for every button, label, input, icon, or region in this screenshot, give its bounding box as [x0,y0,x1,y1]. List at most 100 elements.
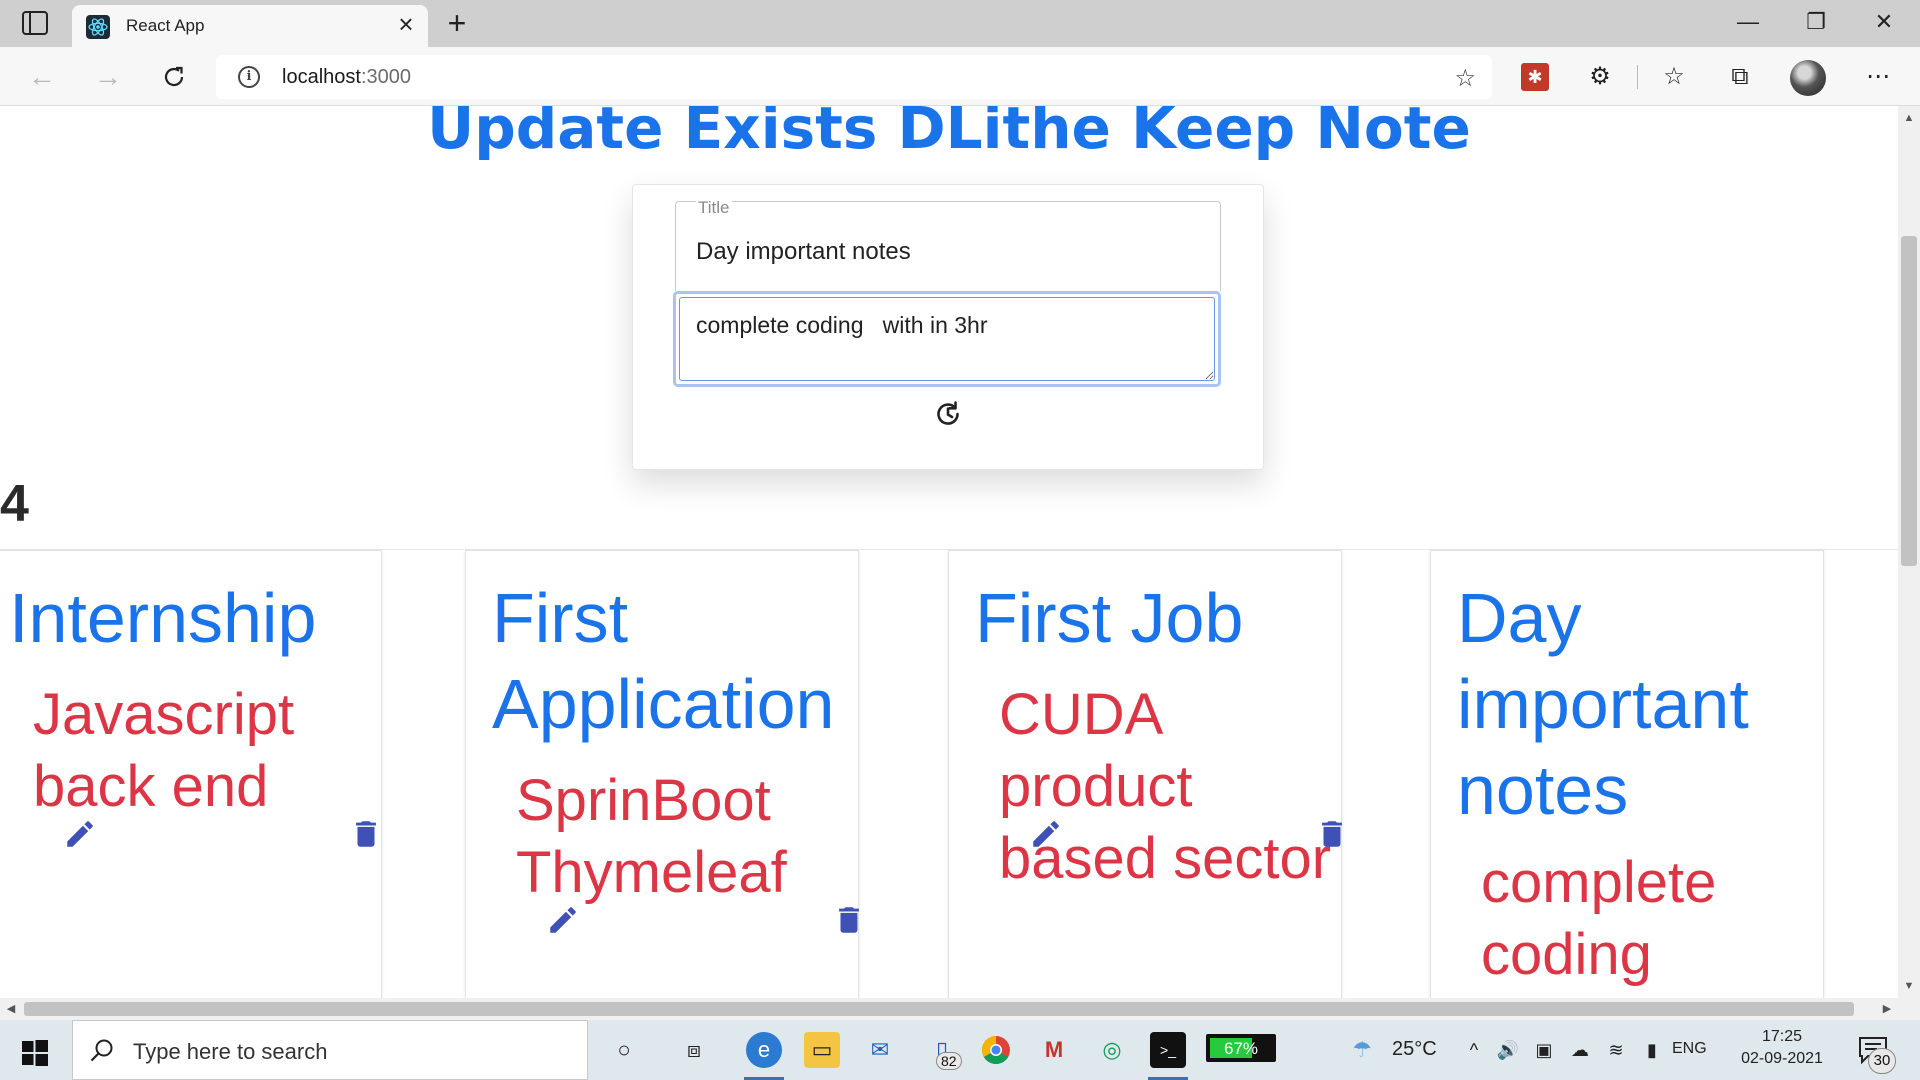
mail-icon[interactable]: ✉ [862,1032,898,1068]
cortana-icon[interactable]: ○ [606,1032,642,1068]
url-host: localhost [282,66,361,88]
page-title: Update Exists DLithe Keep Note [427,106,1471,162]
browser-toolbar: ← → i localhost:3000 ☆ ✱ ⚙ ☆ ⧉ ⋯ [0,47,1920,106]
title-field-label: Title [696,198,732,218]
chrome-profile-icon[interactable]: ◎ [1094,1032,1130,1068]
note-title: First Job [975,579,1244,657]
note-title: Internship [9,579,317,657]
input-language[interactable]: ENG [1672,1040,1707,1058]
note-title: First Application [492,579,835,743]
close-window-button[interactable]: ✕ [1854,0,1914,44]
task-view-icon[interactable]: ⧈ [676,1032,712,1068]
windows-logo-icon [22,1040,48,1066]
note-card: Day important notes complete coding [1430,550,1824,998]
url-text[interactable]: localhost:3000 [282,66,411,89]
update-icon [937,401,959,425]
edge-browser-icon[interactable]: e [746,1032,782,1068]
toolbar-divider [1637,65,1638,89]
show-hidden-icons-icon[interactable]: ^ [1462,1038,1486,1062]
note-count: 4 [0,475,29,533]
scroll-left-arrow-icon[interactable]: ◀ [0,998,22,1020]
delete-note-button[interactable] [349,817,383,851]
trash-icon [839,907,859,933]
collections-icon[interactable]: ⧉ [1722,59,1758,95]
search-icon [90,1039,113,1062]
edit-note-button[interactable] [546,903,580,937]
browser-tab-strip: React App × + — ❐ ✕ [0,0,1920,47]
react-logo-icon [86,15,110,39]
search-placeholder: Type here to search [133,1039,328,1064]
clock-time: 17:25 [1761,1028,1803,1045]
note-title: Day important notes [1457,579,1749,829]
tab-title: React App [126,16,205,35]
title-input[interactable] [696,238,1196,266]
onedrive-icon[interactable]: ☁ [1568,1038,1592,1062]
delete-note-button[interactable] [1315,817,1349,851]
notification-count-badge: 30 [1868,1048,1896,1074]
back-button[interactable]: ← [24,59,60,95]
edit-note-button[interactable] [1029,817,1063,851]
more-menu-icon[interactable]: ⋯ [1860,59,1896,95]
refresh-button[interactable] [156,59,192,95]
new-tab-button[interactable]: + [440,6,474,40]
note-card: First Job CUDA product based sector [948,550,1342,998]
weather-temperature[interactable]: 25°C [1392,1038,1437,1061]
terminal-icon[interactable]: >_ [1150,1032,1186,1068]
scroll-right-arrow-icon[interactable]: ▶ [1876,998,1898,1020]
delete-note-button[interactable] [832,903,866,937]
volume-icon[interactable]: 🔊 [1496,1038,1520,1062]
content-textarea[interactable]: complete coding with in 3hr [679,297,1215,381]
browser-tab-react-app[interactable]: React App × [72,5,428,47]
extension-icon[interactable]: ✱ [1521,63,1549,91]
profile-avatar[interactable] [1790,60,1826,96]
title-field[interactable]: Title [675,198,1221,291]
vertical-scroll-thumb[interactable] [1901,236,1917,566]
note-content: Javascript back end [33,682,295,819]
edit-note-button[interactable] [63,817,97,851]
note-content: SprinBoot Thymeleaf [516,768,787,905]
wifi-icon[interactable]: ≋ [1604,1038,1628,1062]
site-info-icon[interactable]: i [238,66,260,88]
update-note-button[interactable] [931,397,965,431]
meet-now-icon[interactable]: ▣ [1532,1038,1556,1062]
microphone-icon[interactable]: ▮ [1640,1038,1664,1062]
horizontal-scrollbar[interactable]: ◀ ▶ [0,998,1898,1020]
forward-button[interactable]: → [90,59,126,95]
address-bar[interactable]: i localhost:3000 ☆ [216,55,1492,99]
pencil-icon [550,907,576,933]
add-favorite-icon[interactable]: ☆ [1454,64,1476,93]
refresh-icon [164,66,184,87]
system-clock[interactable]: 17:25 02-09-2021 [1734,1026,1830,1070]
tab-actions-icon[interactable] [22,11,48,35]
trash-icon [1322,821,1342,847]
close-tab-icon[interactable]: × [392,10,420,38]
content-field[interactable]: complete coding with in 3hr [673,291,1221,387]
scroll-up-arrow-icon[interactable]: ▲ [1898,108,1920,128]
note-content: CUDA product based sector [999,682,1332,891]
favorites-icon[interactable]: ☆ [1656,59,1692,95]
restore-window-button[interactable]: ❐ [1786,0,1846,44]
chrome-logo-icon [982,1036,1010,1064]
pencil-icon [1033,821,1059,847]
battery-percent: 67% [1223,1039,1259,1058]
mcafee-icon[interactable]: M [1036,1032,1072,1068]
windows-taskbar: Type here to search ○ ⧈ e ▭ ✉ ▯ 82 M ◎ >… [0,1020,1920,1080]
horizontal-scroll-thumb[interactable] [24,1002,1854,1016]
scroll-down-arrow-icon[interactable]: ▼ [1898,976,1920,996]
scrollbar-corner [1898,998,1920,1020]
taskbar-search-box[interactable]: Type here to search [72,1020,588,1080]
weather-icon[interactable]: ☂ [1350,1038,1374,1062]
windows-start-button[interactable] [22,1040,48,1066]
url-port: :3000 [360,66,411,88]
mail-badge: 82 [936,1052,962,1070]
battery-meter[interactable]: 67% [1206,1034,1276,1062]
file-explorer-icon[interactable]: ▭ [804,1032,840,1068]
page-viewport: Update Exists DLithe Keep Note Title com… [0,106,1898,998]
note-card: Internship Javascript back end [0,550,382,998]
vertical-scrollbar[interactable]: ▲ ▼ [1898,106,1920,998]
note-card: First Application SprinBoot Thymeleaf [465,550,859,998]
chrome-icon[interactable] [978,1032,1014,1068]
extensions-puzzle-icon[interactable]: ⚙ [1582,59,1618,95]
minimize-window-button[interactable]: — [1718,0,1778,44]
update-note-form: Title complete coding with in 3hr [632,184,1264,470]
